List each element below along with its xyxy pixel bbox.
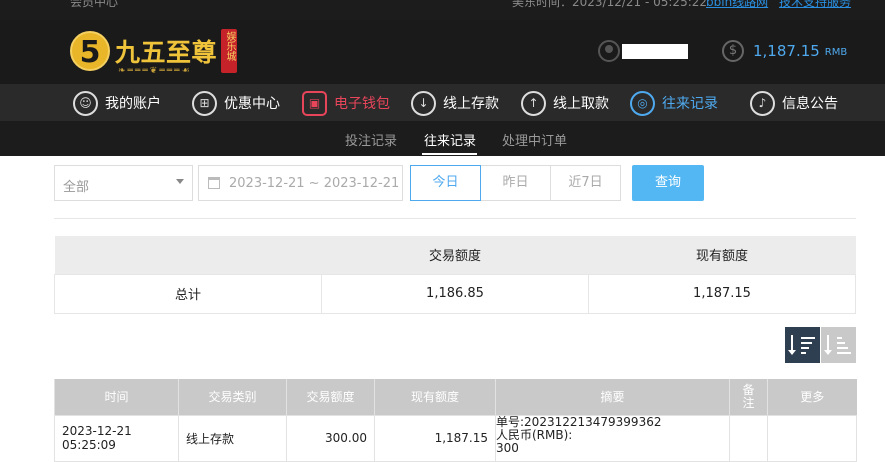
type-select-value: 全部 xyxy=(63,180,90,195)
nav-label: 信息公告 xyxy=(782,96,838,112)
balance-value: 1,187.15 xyxy=(753,42,820,60)
records-header-row: 时间 交易类别 交易额度 现有额度 摘要 备注 更多 xyxy=(54,379,857,415)
summary-header-amount: 交易额度 xyxy=(321,236,589,274)
nav-promotions[interactable]: ⊞ 优惠中心 xyxy=(192,89,280,117)
row-type: 线上存款 xyxy=(178,414,287,462)
gift-icon: ⊞ xyxy=(192,90,217,116)
col-note: 备注 xyxy=(729,379,768,415)
summary-order-no: 单号:202312213479399362 xyxy=(496,414,662,429)
wallet-icon: ▣ xyxy=(302,90,327,116)
summary-value: 300 xyxy=(496,440,519,455)
site-header: 5 九五至尊 娱乐城 ❧═══❦═══☙ $ 1,187.15 RMB xyxy=(0,20,885,84)
nav-label: 线上存款 xyxy=(443,96,499,112)
row-more[interactable] xyxy=(767,414,857,462)
username-redacted xyxy=(622,43,688,59)
active-tab-underline xyxy=(422,153,477,155)
user-circle-icon: ☺ xyxy=(73,90,98,116)
nav-label: 电子钱包 xyxy=(334,96,390,112)
nav-online-withdraw[interactable]: ↑ 线上取款 xyxy=(521,89,609,117)
logo-subtitle: 娱乐城 xyxy=(221,29,238,73)
tab-pending-orders[interactable]: 处理中订单 xyxy=(502,130,567,149)
range-yesterday-button[interactable]: 昨日 xyxy=(480,165,551,201)
withdraw-icon: ↑ xyxy=(521,90,546,116)
nav-transactions[interactable]: ◎ 往来记录 xyxy=(630,89,718,117)
row-time: 2023-12-21 05:25:09 xyxy=(54,414,179,462)
support-link[interactable]: 技术支持服务 xyxy=(779,0,851,10)
logo-ornament: ❧═══❦═══☙ xyxy=(118,66,192,76)
type-select[interactable]: 全部 xyxy=(54,165,193,201)
sort-asc-icon xyxy=(824,335,832,355)
top-info-bar: 会员中心 美东时间：2023/12/21 - 05:25:22 bbin线路网 … xyxy=(0,0,885,20)
records-table: 时间 交易类别 交易额度 现有额度 摘要 备注 更多 2023-12-21 05… xyxy=(54,379,857,462)
sub-nav: 投注记录 往来记录 处理中订单 xyxy=(0,121,885,156)
logo-text: 九五至尊 xyxy=(115,38,218,67)
logo-mark: 5 xyxy=(70,31,110,71)
query-button[interactable]: 查询 xyxy=(632,165,704,201)
sort-desc-icon xyxy=(788,335,796,355)
date-range-value: 2023-12-21 ~ 2023-12-21 xyxy=(229,176,400,191)
balance-display: $ 1,187.15 RMB xyxy=(722,40,847,62)
col-amount[interactable]: 交易额度 xyxy=(286,379,375,415)
summary-header-empty xyxy=(54,236,322,274)
member-center-label: 会员中心 xyxy=(70,0,119,9)
col-type[interactable]: 交易类别 xyxy=(178,379,287,415)
user-info[interactable] xyxy=(598,40,688,62)
row-amount: 300.00 xyxy=(286,414,375,462)
divider xyxy=(54,218,856,219)
summary-header-balance: 现有额度 xyxy=(588,236,856,274)
summary-table: 交易额度 现有额度 总计 1,186.85 1,187.15 xyxy=(54,236,856,314)
globe-icon: ◎ xyxy=(630,90,655,116)
nav-announcements[interactable]: ♪ 信息公告 xyxy=(750,89,838,117)
range-7days-button[interactable]: 近7日 xyxy=(550,165,621,201)
nav-label: 优惠中心 xyxy=(224,96,280,112)
nav-online-deposit[interactable]: ↓ 线上存款 xyxy=(411,89,499,117)
tab-transaction-records[interactable]: 往来记录 xyxy=(424,130,476,149)
sort-asc-button[interactable] xyxy=(821,327,856,363)
nav-label: 我的账户 xyxy=(105,96,161,112)
summary-currency: 人民币(RMB): xyxy=(496,427,573,442)
range-buttons: 今日 昨日 近7日 xyxy=(410,165,621,201)
server-time: 美东时间：2023/12/21 - 05:25:22 xyxy=(512,0,708,9)
nav-e-wallet[interactable]: ▣ 电子钱包 xyxy=(302,89,390,117)
row-summary: 单号:202312213479399362 人民币(RMB): 300 xyxy=(495,414,730,462)
row-balance: 1,187.15 xyxy=(374,414,496,462)
col-balance[interactable]: 现有额度 xyxy=(374,379,496,415)
nav-my-account[interactable]: ☺ 我的账户 xyxy=(73,89,161,117)
sort-desc-button[interactable] xyxy=(785,327,820,363)
col-more: 更多 xyxy=(767,379,857,415)
tab-bet-records[interactable]: 投注记录 xyxy=(345,130,397,149)
user-avatar-icon xyxy=(598,40,620,62)
col-summary: 摘要 xyxy=(495,379,730,415)
table-row: 2023-12-21 05:25:09 线上存款 300.00 1,187.15… xyxy=(54,414,857,462)
dollar-coin-icon: $ xyxy=(722,40,744,62)
summary-total-label: 总计 xyxy=(54,273,322,314)
deposit-icon: ↓ xyxy=(411,90,436,116)
balance-currency: RMB xyxy=(824,47,848,58)
row-note xyxy=(729,414,768,462)
chevron-down-icon xyxy=(176,179,184,184)
col-time[interactable]: 时间 xyxy=(54,379,179,415)
summary-row: 总计 1,186.85 1,187.15 xyxy=(54,273,856,314)
calendar-icon xyxy=(208,177,220,189)
line-link[interactable]: bbin线路网 xyxy=(706,0,768,10)
main-nav: ☺ 我的账户 ⊞ 优惠中心 ▣ 电子钱包 ↓ 线上存款 ↑ 线上取款 ◎ 往来记… xyxy=(0,84,885,121)
nav-label: 线上取款 xyxy=(553,96,609,112)
date-range-input[interactable]: 2023-12-21 ~ 2023-12-21 xyxy=(198,165,403,201)
nav-label: 往来记录 xyxy=(662,96,718,112)
range-today-button[interactable]: 今日 xyxy=(410,165,481,201)
bell-icon: ♪ xyxy=(750,90,775,116)
summary-amount: 1,186.85 xyxy=(321,273,589,314)
summary-balance: 1,187.15 xyxy=(588,273,856,314)
